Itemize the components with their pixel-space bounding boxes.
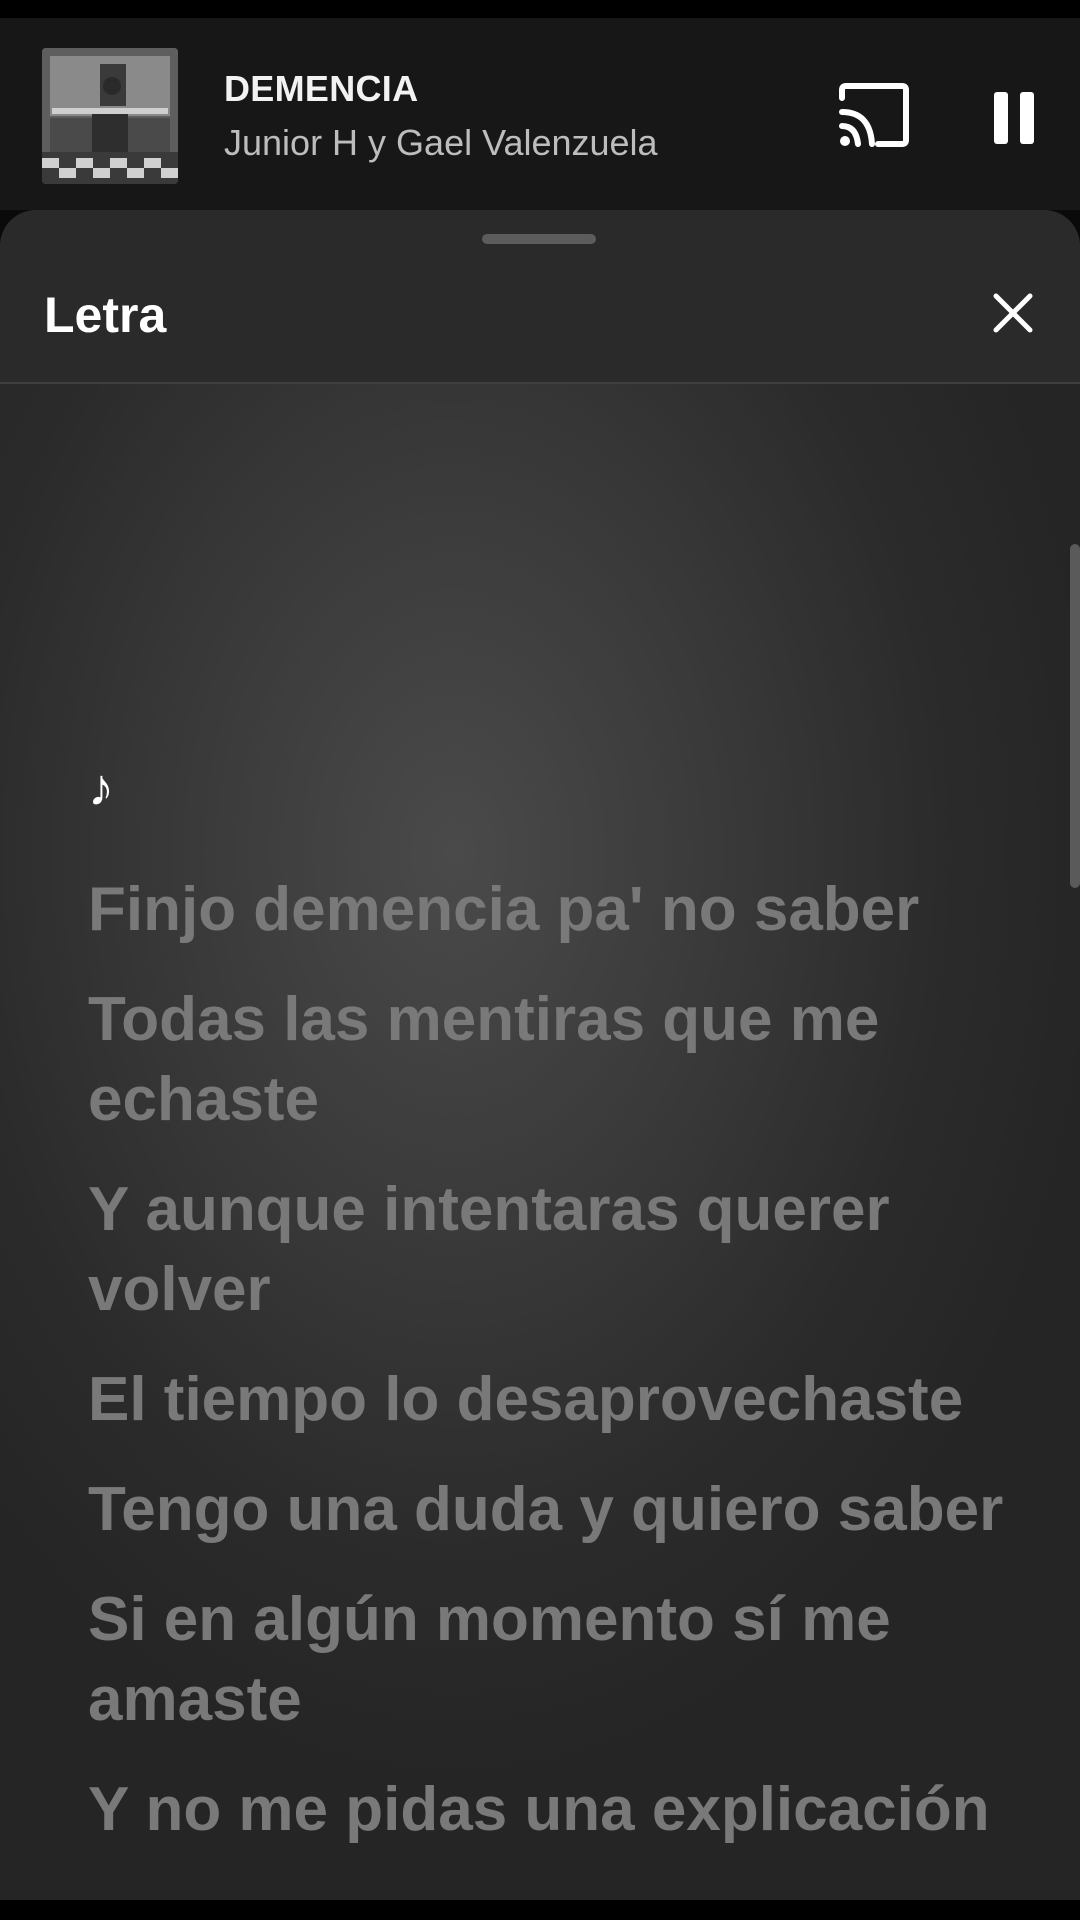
- lyrics-scrollbar[interactable]: [1070, 544, 1080, 888]
- lyric-line[interactable]: Y aunque intentaras querer volver: [88, 1170, 1028, 1330]
- album-art[interactable]: [42, 48, 178, 184]
- track-artist[interactable]: Junior H y Gael Valenzuela: [224, 122, 658, 164]
- close-icon: [993, 293, 1033, 333]
- cast-button[interactable]: [836, 82, 912, 148]
- lyrics-list: ♪ Finjo demencia pa' no saber Todas las …: [88, 548, 1028, 1850]
- status-bar: [0, 0, 1080, 18]
- lyrics-title: Letra: [44, 287, 167, 343]
- lyric-line[interactable]: Tengo una duda y quiero saber: [88, 1470, 1028, 1550]
- cast-icon: [839, 83, 909, 147]
- music-note-icon: ♪: [88, 759, 114, 817]
- mini-player[interactable]: DEMENCIA Junior H y Gael Valenzuela: [0, 18, 1080, 210]
- drag-handle[interactable]: [482, 234, 596, 244]
- track-title[interactable]: DEMENCIA: [224, 68, 418, 110]
- lyric-line[interactable]: Todas las mentiras que me echaste: [88, 980, 1028, 1140]
- lyrics-sheet: Letra ♪ Finjo demencia pa' no saber Toda…: [0, 210, 1080, 1900]
- lyric-line[interactable]: Y no me pidas una explicación: [88, 1770, 1028, 1850]
- lyric-line[interactable]: Si en algún momento sí me amaste: [88, 1580, 1028, 1740]
- screen: DEMENCIA Junior H y Gael Valenzuela Letr…: [0, 0, 1080, 1920]
- lyrics-sheet-header: Letra: [0, 210, 1080, 384]
- pause-icon: [994, 92, 1034, 144]
- pause-button[interactable]: [980, 86, 1046, 150]
- album-cover-image: [42, 48, 178, 184]
- lyric-line[interactable]: Finjo demencia pa' no saber: [88, 870, 1028, 950]
- lyric-line[interactable]: El tiempo lo desaprovechaste: [88, 1360, 1028, 1440]
- navigation-bar: [0, 1900, 1080, 1920]
- close-button[interactable]: [988, 288, 1038, 338]
